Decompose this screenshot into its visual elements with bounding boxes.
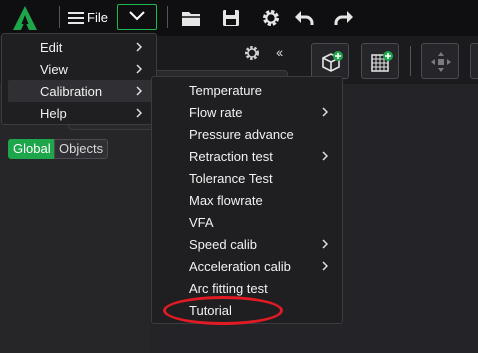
arrange-icon — [431, 52, 451, 72]
submenu-item-tolerance-test[interactable]: Tolerance Test — [152, 167, 342, 189]
menu-item-label: Help — [40, 106, 67, 121]
save-icon[interactable] — [220, 7, 242, 29]
chevron-down-icon — [129, 11, 145, 21]
chevron-right-icon — [322, 107, 328, 117]
chevron-right-icon — [322, 261, 328, 271]
file-menu-label[interactable]: File — [87, 10, 108, 25]
submenu-item-acceleration-calib[interactable]: Acceleration calib — [152, 255, 342, 277]
menu-item-edit[interactable]: Edit — [8, 36, 152, 58]
menu-item-help[interactable]: Help — [8, 102, 152, 124]
chevron-right-icon — [136, 86, 142, 96]
tab-global[interactable]: Global — [8, 139, 56, 159]
open-folder-icon[interactable] — [180, 7, 202, 29]
collapse-icon[interactable]: ‹‹ — [276, 44, 283, 60]
submenu-item-speed-calib[interactable]: Speed calib — [152, 233, 342, 255]
add-plate-icon — [371, 51, 393, 72]
highlight-annotation — [163, 296, 283, 325]
chevron-right-icon — [322, 151, 328, 161]
menu-item-calibration[interactable]: Calibration — [8, 80, 152, 102]
main-menu: Edit View Calibration Help — [1, 33, 157, 125]
settings-gear-icon[interactable] — [260, 7, 282, 29]
chevron-right-icon — [136, 64, 142, 74]
submenu-item-flow-rate[interactable]: Flow rate — [152, 101, 342, 123]
calibration-submenu: Temperature Flow rate Pressure advance R… — [151, 76, 343, 324]
submenu-item-retraction-test[interactable]: Retraction test — [152, 145, 342, 167]
top-toolbar: File — [0, 0, 478, 36]
app-logo[interactable] — [12, 5, 38, 31]
toolstrip-divider — [410, 46, 411, 76]
submenu-item-arc-fitting-test[interactable]: Arc fitting test — [152, 277, 342, 299]
submenu-item-label: Flow rate — [189, 105, 243, 120]
dropdown-menu-button[interactable] — [117, 4, 157, 30]
menu-item-label: View — [40, 62, 68, 77]
submenu-item-label: Retraction test — [189, 149, 273, 164]
chevron-right-icon — [136, 108, 142, 118]
chevron-right-icon — [322, 239, 328, 249]
submenu-item-label: Max flowrate — [189, 193, 263, 208]
submenu-item-label: VFA — [189, 215, 214, 230]
toolbar-divider — [59, 6, 60, 28]
submenu-item-label: Acceleration calib — [189, 259, 291, 274]
tab-objects[interactable]: Objects — [54, 139, 109, 159]
submenu-item-label: Arc fitting test — [189, 281, 268, 296]
add-plate-button[interactable] — [361, 43, 399, 79]
menu-item-label: Calibration — [40, 84, 103, 99]
submenu-item-max-flowrate[interactable]: Max flowrate — [152, 189, 342, 211]
arrange-button[interactable] — [421, 43, 459, 79]
submenu-item-label: Speed calib — [189, 237, 257, 252]
undo-icon[interactable] — [293, 7, 315, 29]
submenu-item-label: Tolerance Test — [189, 171, 273, 186]
settings-gear-icon[interactable] — [243, 44, 261, 62]
submenu-item-temperature[interactable]: Temperature — [152, 79, 342, 101]
submenu-item-pressure-advance[interactable]: Pressure advance — [152, 123, 342, 145]
submenu-item-label: Temperature — [189, 83, 262, 98]
menu-item-label: Edit — [40, 40, 63, 55]
add-object-icon — [322, 51, 343, 72]
chevron-right-icon — [136, 42, 142, 52]
tool-button-partial[interactable] — [470, 43, 478, 79]
redo-icon[interactable] — [333, 7, 355, 29]
submenu-item-label: Pressure advance — [189, 127, 294, 142]
add-object-button[interactable] — [311, 43, 349, 79]
hamburger-menu-icon[interactable] — [67, 9, 85, 27]
menu-item-view[interactable]: View — [8, 58, 152, 80]
toolbar-divider — [167, 6, 168, 28]
submenu-item-vfa[interactable]: VFA — [152, 211, 342, 233]
